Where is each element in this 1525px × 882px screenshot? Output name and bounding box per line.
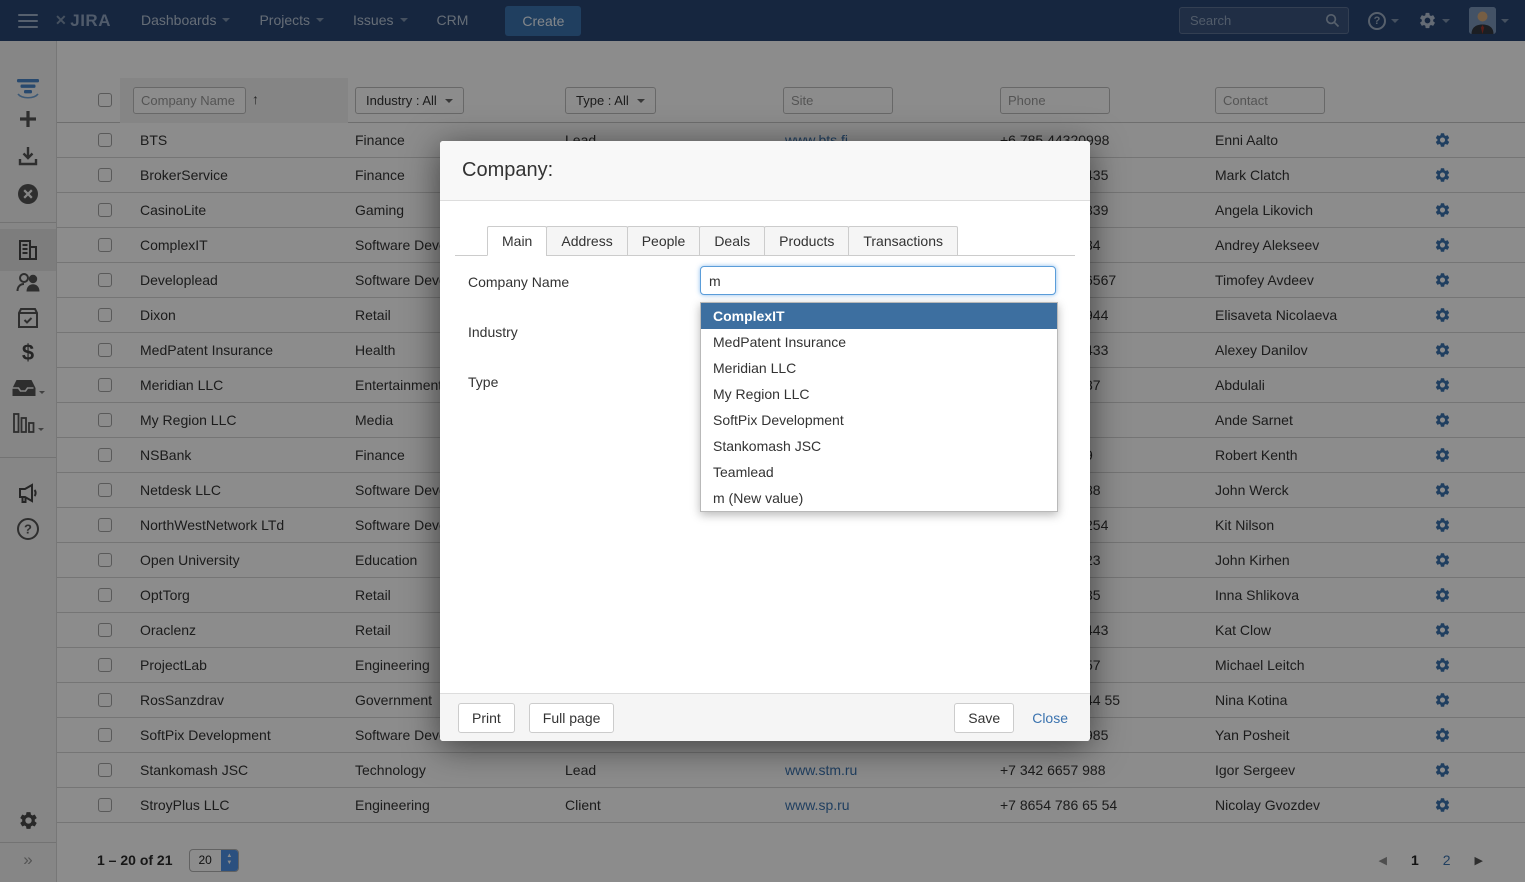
dropdown-option[interactable]: Teamlead (701, 459, 1057, 485)
dialog-title: Company: (440, 141, 1090, 201)
tab-people[interactable]: People (627, 226, 701, 256)
close-link[interactable]: Close (1032, 710, 1068, 726)
dropdown-option[interactable]: ComplexIT (701, 303, 1057, 329)
dropdown-option[interactable]: My Region LLC (701, 381, 1057, 407)
tab-main[interactable]: Main (487, 226, 547, 256)
dropdown-option[interactable]: Stankomash JSC (701, 433, 1057, 459)
company-name-input[interactable] (700, 266, 1056, 295)
industry-label: Industry (468, 324, 518, 340)
tab-address[interactable]: Address (546, 226, 627, 256)
tab-transactions[interactable]: Transactions (848, 226, 958, 256)
dialog-tabs: MainAddressPeopleDealsProductsTransactio… (455, 225, 1075, 256)
type-label: Type (468, 374, 498, 390)
full-page-button[interactable]: Full page (529, 703, 615, 733)
dialog-footer: Print Full page Save Close (440, 693, 1090, 741)
tab-deals[interactable]: Deals (699, 226, 765, 256)
tab-products[interactable]: Products (764, 226, 849, 256)
autocomplete-dropdown: ComplexITMedPatent InsuranceMeridian LLC… (700, 302, 1058, 512)
dropdown-option[interactable]: SoftPix Development (701, 407, 1057, 433)
save-button[interactable]: Save (954, 703, 1014, 733)
company-name-label: Company Name (468, 274, 569, 290)
dropdown-option[interactable]: Meridian LLC (701, 355, 1057, 381)
print-button[interactable]: Print (458, 703, 515, 733)
company-dialog: Company: MainAddressPeopleDealsProductsT… (440, 141, 1090, 741)
dropdown-option[interactable]: MedPatent Insurance (701, 329, 1057, 355)
dropdown-option[interactable]: m (New value) (701, 485, 1057, 511)
